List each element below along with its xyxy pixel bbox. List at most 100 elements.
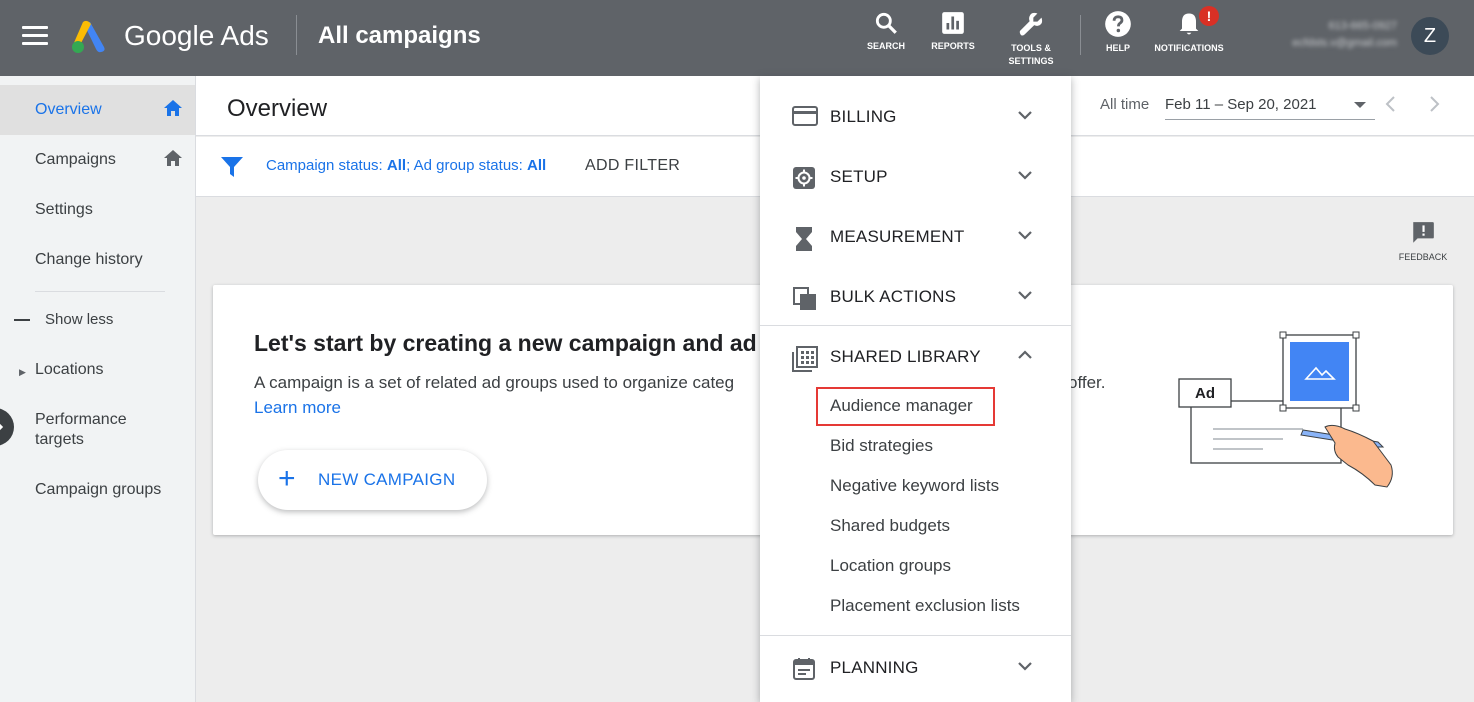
sidebar-item-campaign-groups[interactable]: Campaign groups xyxy=(0,474,195,524)
ad-tag-label: Ad xyxy=(1195,385,1215,402)
sidebar-item-performance-targets[interactable]: Performance targets xyxy=(0,404,150,464)
sidebar-item-label: Performance targets xyxy=(35,411,127,448)
reports-tool-label: REPORTS xyxy=(931,41,975,51)
active-filters[interactable]: Campaign status: All; Ad group status: A… xyxy=(266,157,546,174)
sidebar-item-label: Locations xyxy=(35,361,104,378)
menu-item-bid-strategies[interactable]: Bid strategies xyxy=(830,436,933,456)
account-info[interactable]: 613-665-0927 ecfdsts.v@gmail.com xyxy=(1252,18,1397,52)
dropdown-caret-icon[interactable] xyxy=(1354,102,1366,108)
feedback-icon xyxy=(1413,222,1434,243)
adgroup-status-value: All xyxy=(527,157,547,174)
search-tool-label: SEARCH xyxy=(866,41,905,51)
sidebar-item-campaigns[interactable]: Campaigns xyxy=(0,135,195,185)
reports-icon xyxy=(942,12,964,34)
filter-funnel-icon[interactable] xyxy=(220,156,244,178)
filter-separator: ; xyxy=(406,157,414,174)
sidebar-item-label: Change history xyxy=(35,251,143,268)
tools-divider xyxy=(1080,15,1081,55)
campaign-status-value: All xyxy=(386,157,407,174)
learn-more-link[interactable]: Learn more xyxy=(254,398,341,418)
avatar[interactable]: Z xyxy=(1411,17,1449,55)
menu-category-planning[interactable]: PLANNING xyxy=(760,647,1071,687)
calendar-icon xyxy=(793,658,815,680)
chevron-right-icon[interactable] xyxy=(1428,94,1442,114)
home-icon xyxy=(164,100,182,116)
menu-divider xyxy=(760,325,1071,326)
menu-category-billing[interactable]: BILLING xyxy=(760,96,1071,136)
plus-icon: + xyxy=(278,462,296,495)
show-less-toggle[interactable]: Show less xyxy=(0,295,195,345)
account-email: ecfdsts.v@gmail.com xyxy=(1292,37,1397,49)
new-campaign-button[interactable]: + NEW CAMPAIGN xyxy=(258,450,487,510)
tools-label-line1: TOOLS & xyxy=(1011,43,1051,53)
menu-item-location-groups[interactable]: Location groups xyxy=(830,556,951,576)
page-title: Overview xyxy=(227,95,328,122)
notifications-button[interactable]: ! NOTIFICATIONS xyxy=(1150,6,1228,55)
card-description: A campaign is a set of related ad groups… xyxy=(254,373,735,392)
menu-item-negative-keyword-lists[interactable]: Negative keyword lists xyxy=(830,476,999,496)
menu-category-label: BILLING xyxy=(830,107,897,126)
topbar-divider xyxy=(296,15,297,55)
home-icon xyxy=(164,150,182,166)
chevron-down-icon xyxy=(1018,171,1032,180)
highlight-outline xyxy=(816,387,995,426)
adgroup-status-label: Ad group status: xyxy=(413,157,527,174)
brand-name[interactable]: Google Ads xyxy=(124,20,269,52)
menu-category-shared-library[interactable]: SHARED LIBRARY xyxy=(760,336,1071,376)
menu-category-label: SETUP xyxy=(830,167,888,186)
credit-card-icon xyxy=(792,106,818,126)
search-icon xyxy=(875,12,897,34)
sidebar-item-label: Campaign groups xyxy=(35,481,162,498)
menu-category-setup[interactable]: SETUP xyxy=(760,156,1071,196)
show-less-label: Show less xyxy=(45,311,114,328)
help-icon xyxy=(1105,11,1131,37)
gear-icon xyxy=(793,167,815,189)
notification-badge: ! xyxy=(1199,6,1219,26)
menu-category-label: MEASUREMENT xyxy=(830,227,965,246)
tools-settings-button[interactable]: TOOLS & SETTINGS xyxy=(1000,10,1062,68)
sidebar-item-locations[interactable]: ▶ Locations xyxy=(0,354,195,404)
notifications-label: NOTIFICATIONS xyxy=(1154,43,1224,53)
reports-tool-button[interactable]: REPORTS xyxy=(928,10,978,53)
sidebar-item-settings[interactable]: Settings xyxy=(0,185,195,235)
new-campaign-label: NEW CAMPAIGN xyxy=(318,470,456,489)
feedback-label: FEEDBACK xyxy=(1398,252,1448,262)
help-label: HELP xyxy=(1105,43,1130,53)
menu-divider xyxy=(760,635,1071,636)
menu-item-placement-exclusion-lists[interactable]: Placement exclusion lists xyxy=(830,596,1020,616)
date-range-label: All time xyxy=(1100,96,1150,113)
menu-category-label: SHARED LIBRARY xyxy=(830,347,981,366)
account-id: 613-665-0927 xyxy=(1328,20,1397,32)
chevron-up-icon xyxy=(1018,350,1032,359)
sidebar-item-label: Campaigns xyxy=(35,151,116,168)
chevron-down-icon xyxy=(1018,291,1032,300)
menu-category-bulk-actions[interactable]: BULK ACTIONS xyxy=(760,276,1071,316)
card-description-tail: offer. xyxy=(1068,373,1106,392)
date-range-value: Feb 11 – Sep 20, 2021 xyxy=(1165,96,1317,113)
add-filter-button[interactable]: ADD FILTER xyxy=(585,157,680,175)
google-ads-logo-icon xyxy=(72,20,105,53)
menu-item-shared-budgets[interactable]: Shared budgets xyxy=(830,516,950,536)
sidebar-item-label: Settings xyxy=(35,201,93,218)
chevron-left-icon[interactable] xyxy=(1383,94,1397,114)
sidebar-item-overview[interactable]: Overview xyxy=(0,85,195,135)
chevron-down-icon xyxy=(1018,111,1032,120)
sidebar-item-change-history[interactable]: Change history xyxy=(0,235,195,285)
date-range-select[interactable]: Feb 11 – Sep 20, 2021 xyxy=(1165,96,1375,120)
hamburger-menu-icon[interactable] xyxy=(22,26,48,46)
copy-icon xyxy=(793,287,816,310)
chevron-down-icon xyxy=(1018,662,1032,671)
context-title: All campaigns xyxy=(318,22,481,49)
wrench-icon xyxy=(1019,12,1043,36)
help-button[interactable]: HELP xyxy=(1098,10,1138,55)
menu-category-measurement[interactable]: MEASUREMENT xyxy=(760,216,1071,256)
campaign-status-label: Campaign status: xyxy=(266,157,387,174)
sidebar-item-label: Overview xyxy=(35,101,102,118)
top-app-bar: Google Ads All campaigns SEARCH REPORTS … xyxy=(0,0,1474,76)
feedback-button[interactable]: FEEDBACK xyxy=(1398,220,1448,262)
chevron-down-icon xyxy=(1018,231,1032,240)
search-tool-button[interactable]: SEARCH xyxy=(862,10,910,53)
menu-category-label: PLANNING xyxy=(830,658,919,677)
hourglass-icon xyxy=(796,227,812,251)
grid-library-icon xyxy=(792,346,818,372)
